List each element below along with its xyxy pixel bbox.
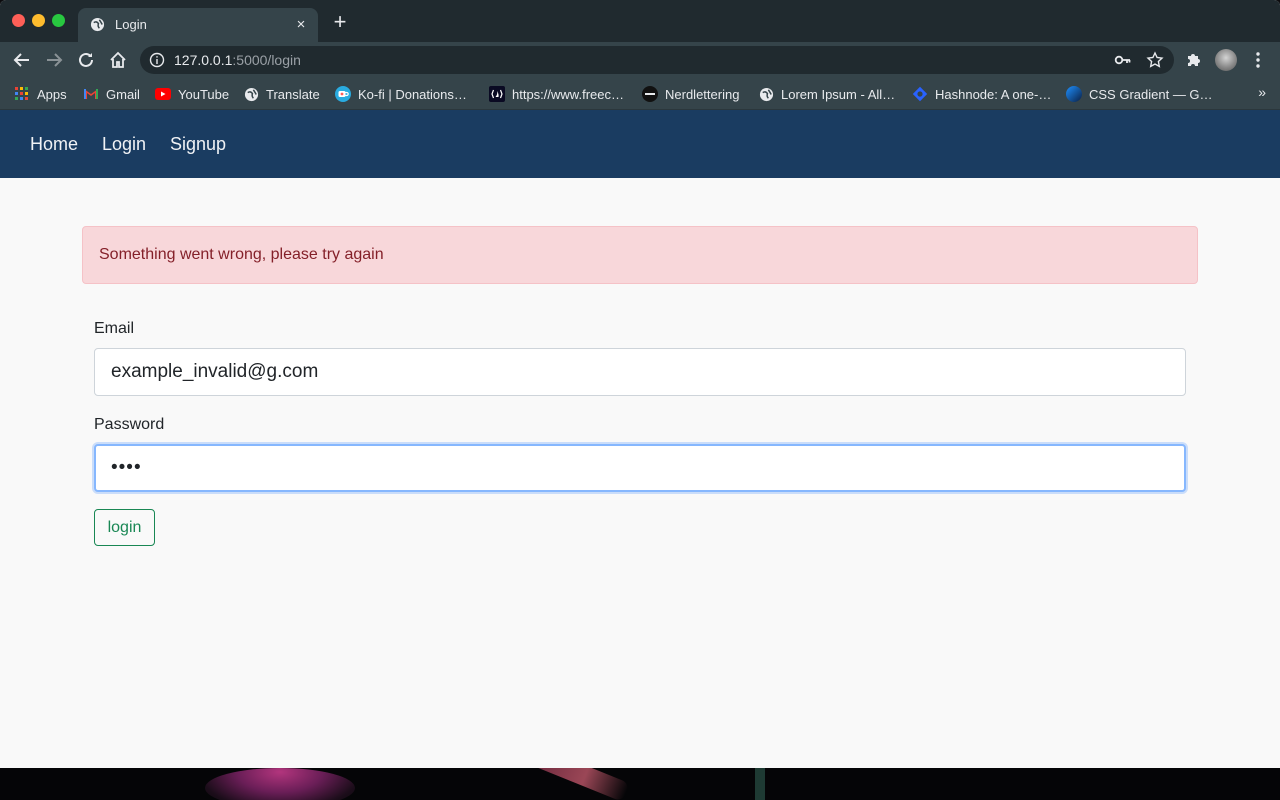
kebab-menu-icon[interactable] bbox=[1248, 50, 1268, 70]
bookmark-label: Apps bbox=[37, 86, 67, 102]
desktop-wallpaper bbox=[0, 768, 1280, 800]
extensions-puzzle-icon[interactable] bbox=[1184, 50, 1204, 70]
bookmark-label: Nerdlettering bbox=[665, 86, 740, 102]
url-host: 127.0.0.1 bbox=[174, 52, 233, 68]
browser-toolbar: 127.0.0.1:5000/login bbox=[0, 42, 1280, 78]
site-navbar: Home Login Signup bbox=[0, 110, 1280, 178]
tab-title: Login bbox=[115, 17, 147, 32]
bookmark-label: Lorem Ipsum - All… bbox=[781, 86, 896, 102]
gmail-icon bbox=[83, 86, 99, 102]
tab-login[interactable]: Login × bbox=[78, 8, 318, 42]
nav-link-signup[interactable]: Signup bbox=[170, 134, 226, 155]
window-close-button[interactable] bbox=[12, 14, 25, 27]
bookmark-label: https://www.freec… bbox=[512, 86, 624, 102]
info-icon[interactable] bbox=[149, 52, 165, 68]
browser-window: Login × + 127.0.0.1:5000/login Apps Gmai… bbox=[0, 0, 1280, 768]
nerdlettering-icon bbox=[642, 86, 658, 102]
bookmark-label: CSS Gradient — G… bbox=[1089, 86, 1213, 102]
bookmark-label: Hashnode: A one-… bbox=[935, 86, 1052, 102]
web-page: Home Login Signup Something went wrong, … bbox=[0, 110, 1280, 768]
youtube-icon bbox=[155, 86, 171, 102]
email-field[interactable]: example_invalid@g.com bbox=[94, 348, 1186, 396]
bookmark-nerdlettering[interactable]: Nerdlettering bbox=[642, 85, 739, 103]
css-gradient-icon bbox=[1066, 86, 1082, 102]
alert-message: Something went wrong, please try again bbox=[99, 246, 384, 263]
address-bar[interactable]: 127.0.0.1:5000/login bbox=[140, 46, 1174, 74]
bookmark-translate[interactable]: Translate bbox=[243, 85, 320, 103]
bookmarks-bar: Apps Gmail YouTube Translate Ko-fi | Don… bbox=[0, 78, 1280, 110]
close-icon[interactable]: × bbox=[294, 15, 308, 35]
wallpaper-flower bbox=[205, 768, 355, 800]
forward-arrow-icon[interactable] bbox=[44, 50, 64, 70]
profile-avatar[interactable] bbox=[1215, 49, 1237, 71]
bookmark-label: Ko-fi | Donations… bbox=[358, 86, 467, 102]
bookmark-css-gradient[interactable]: CSS Gradient — G… bbox=[1066, 85, 1213, 103]
url-text: 127.0.0.1:5000/login bbox=[174, 52, 301, 68]
bookmark-label: Translate bbox=[266, 86, 320, 102]
nav-link-home[interactable]: Home bbox=[30, 134, 78, 155]
wallpaper-petal bbox=[520, 768, 630, 800]
globe-icon bbox=[90, 17, 105, 32]
key-icon[interactable] bbox=[1114, 51, 1132, 69]
bookmark-label: Gmail bbox=[106, 86, 140, 102]
kofi-icon bbox=[335, 86, 351, 102]
login-button[interactable]: login bbox=[94, 509, 155, 546]
bookmark-apps[interactable]: Apps bbox=[14, 85, 67, 103]
globe-icon bbox=[758, 86, 774, 102]
error-alert: Something went wrong, please try again bbox=[82, 226, 1198, 284]
tab-strip: Login × + bbox=[0, 0, 1280, 42]
bookmark-youtube[interactable]: YouTube bbox=[155, 85, 229, 103]
reload-icon[interactable] bbox=[76, 50, 96, 70]
bookmark-lorem-ipsum[interactable]: Lorem Ipsum - All… bbox=[758, 85, 895, 103]
freecodecamp-icon bbox=[489, 86, 505, 102]
apps-grid-icon bbox=[14, 86, 30, 102]
star-icon[interactable] bbox=[1146, 51, 1164, 69]
password-field[interactable]: •••• bbox=[94, 444, 1186, 492]
url-path: :5000/login bbox=[232, 52, 301, 68]
bookmark-label: YouTube bbox=[178, 86, 230, 102]
home-icon[interactable] bbox=[108, 50, 128, 70]
password-label: Password bbox=[94, 416, 165, 433]
bookmark-kofi[interactable]: Ko-fi | Donations… bbox=[335, 85, 467, 103]
globe-icon bbox=[243, 86, 259, 102]
new-tab-button[interactable]: + bbox=[330, 11, 350, 33]
bookmark-freecodecamp[interactable]: https://www.freec… bbox=[489, 85, 624, 103]
wallpaper-stem bbox=[755, 768, 765, 800]
window-minimize-button[interactable] bbox=[32, 14, 45, 27]
bookmark-hashnode[interactable]: Hashnode: A one-… bbox=[912, 85, 1051, 103]
back-arrow-icon[interactable] bbox=[12, 50, 32, 70]
window-maximize-button[interactable] bbox=[52, 14, 65, 27]
bookmarks-overflow-button[interactable]: » bbox=[1258, 84, 1266, 100]
hashnode-icon bbox=[912, 86, 928, 102]
email-label: Email bbox=[94, 320, 135, 337]
nav-link-login[interactable]: Login bbox=[102, 134, 146, 155]
bookmark-gmail[interactable]: Gmail bbox=[83, 85, 140, 103]
